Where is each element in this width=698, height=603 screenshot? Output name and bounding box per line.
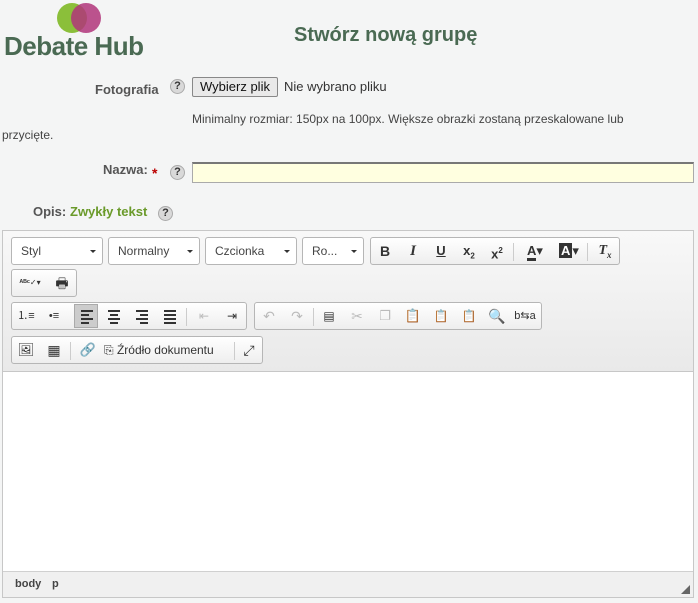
chevron-down-icon bbox=[351, 250, 357, 253]
link-icon[interactable]: 🔗 bbox=[76, 339, 100, 361]
format-combo[interactable]: Normalny bbox=[108, 237, 200, 265]
editor-content[interactable] bbox=[3, 372, 693, 572]
font-combo[interactable]: Czcionka bbox=[205, 237, 297, 265]
spellcheck-icon[interactable]: ᴬᴮᶜ✓▾ bbox=[15, 272, 45, 294]
source-label: Źródło dokumentu bbox=[116, 343, 214, 357]
paste-text-icon[interactable]: 📋 bbox=[429, 305, 453, 327]
copy-icon[interactable]: ❐ bbox=[373, 305, 397, 327]
name-help-icon[interactable]: ? bbox=[170, 165, 185, 180]
find-icon[interactable]: 🔍 bbox=[485, 305, 509, 327]
insert-group: 🖼 ▦ 🔗 ⎘ Źródło dokumentu ⤢ bbox=[11, 336, 263, 364]
logo[interactable]: Debate Hub bbox=[4, 2, 154, 61]
source-icon: ⎘ bbox=[104, 343, 114, 357]
file-status: Nie wybrano pliku bbox=[284, 79, 387, 94]
format-combo-label: Normalny bbox=[118, 244, 170, 258]
editor-status-bar: body p bbox=[3, 571, 693, 597]
plain-text-link[interactable]: Zwykły tekst bbox=[70, 204, 147, 219]
print-icon[interactable]: 🖶 bbox=[50, 272, 74, 294]
align-left-icon[interactable] bbox=[74, 304, 98, 328]
remove-format-icon[interactable]: Tx bbox=[593, 240, 617, 262]
image-icon[interactable]: 🖼 bbox=[14, 339, 38, 361]
superscript-icon[interactable]: x2 bbox=[485, 240, 509, 262]
size-combo-label: Ro... bbox=[312, 244, 338, 258]
spellcheck-print-group: ᴬᴮᶜ✓▾ 🖶 bbox=[11, 269, 77, 297]
path-item-p[interactable]: p bbox=[52, 572, 59, 596]
size-combo[interactable]: Ro... bbox=[302, 237, 364, 265]
choose-file-button[interactable]: Wybierz plik bbox=[192, 77, 278, 97]
replace-icon[interactable]: b⇆a bbox=[513, 305, 537, 327]
rich-text-editor: Styl Normalny Czcionka Ro... B I U x2 x2… bbox=[2, 230, 694, 598]
bulleted-list-icon[interactable]: •≡ bbox=[42, 305, 66, 327]
separator bbox=[513, 243, 514, 261]
maximize-icon[interactable]: ⤢ bbox=[237, 339, 261, 361]
text-color-icon[interactable]: A▾ bbox=[519, 240, 551, 262]
indent-icon[interactable]: ⇥ bbox=[220, 305, 244, 327]
underline-icon[interactable]: U bbox=[429, 240, 453, 262]
align-right-icon[interactable] bbox=[130, 305, 154, 327]
style-combo-label: Styl bbox=[21, 244, 42, 258]
photo-hint: Minimalny rozmiar: 150px na 100px. Więks… bbox=[192, 112, 624, 126]
bold-icon[interactable]: B bbox=[373, 240, 397, 262]
paste-from-word-icon[interactable]: 📋 bbox=[457, 305, 481, 327]
justify-icon[interactable] bbox=[158, 305, 182, 327]
path-item-body[interactable]: body bbox=[15, 572, 41, 596]
separator bbox=[70, 342, 71, 360]
name-label: Nazwa: bbox=[103, 162, 148, 177]
resize-handle-icon[interactable] bbox=[681, 585, 690, 594]
subscript-icon[interactable]: x2 bbox=[457, 240, 481, 262]
separator bbox=[186, 308, 187, 326]
paste-icon[interactable]: 📋 bbox=[401, 305, 425, 327]
description-label: Opis: bbox=[33, 204, 67, 219]
chevron-down-icon bbox=[187, 250, 193, 253]
chevron-down-icon bbox=[90, 250, 96, 253]
undo-icon[interactable]: ↶ bbox=[257, 305, 281, 327]
italic-icon[interactable]: I bbox=[401, 240, 425, 262]
name-input[interactable] bbox=[192, 162, 694, 183]
background-color-icon[interactable]: A ▾ bbox=[553, 240, 585, 262]
redo-icon[interactable]: ↷ bbox=[285, 305, 309, 327]
required-mark: * bbox=[152, 165, 158, 181]
logo-text: Debate Hub bbox=[4, 31, 144, 61]
paragraph-group: ⒈≡ •≡ ⇤ ⇥ bbox=[11, 302, 247, 330]
clipboard-group: ↶ ↷ ▤ ✂ ❐ 📋 📋 📋 🔍 b⇆a bbox=[254, 302, 542, 330]
separator bbox=[587, 243, 588, 261]
formatting-group: B I U x2 x2 A▾ A ▾ Tx bbox=[370, 237, 620, 265]
outdent-icon[interactable]: ⇤ bbox=[192, 305, 216, 327]
align-center-icon[interactable] bbox=[102, 305, 126, 327]
editor-toolbar: Styl Normalny Czcionka Ro... B I U x2 x2… bbox=[3, 231, 693, 372]
photo-hint-continued: przycięte. bbox=[2, 128, 54, 142]
page-title: Stwórz nową grupę bbox=[294, 24, 478, 46]
photo-help-icon[interactable]: ? bbox=[170, 79, 185, 94]
chevron-down-icon bbox=[284, 250, 290, 253]
logo-circles-icon bbox=[57, 3, 101, 33]
description-help-icon[interactable]: ? bbox=[158, 206, 173, 221]
table-icon[interactable]: ▦ bbox=[42, 339, 66, 361]
separator bbox=[313, 308, 314, 326]
templates-icon[interactable]: ▤ bbox=[317, 305, 341, 327]
font-combo-label: Czcionka bbox=[215, 244, 265, 258]
style-combo[interactable]: Styl bbox=[11, 237, 103, 265]
cut-icon[interactable]: ✂ bbox=[345, 305, 369, 327]
numbered-list-icon[interactable]: ⒈≡ bbox=[14, 305, 38, 327]
separator bbox=[234, 342, 235, 360]
photo-label: Fotografia bbox=[95, 82, 159, 97]
source-button[interactable]: ⎘ Źródło dokumentu bbox=[104, 339, 232, 361]
